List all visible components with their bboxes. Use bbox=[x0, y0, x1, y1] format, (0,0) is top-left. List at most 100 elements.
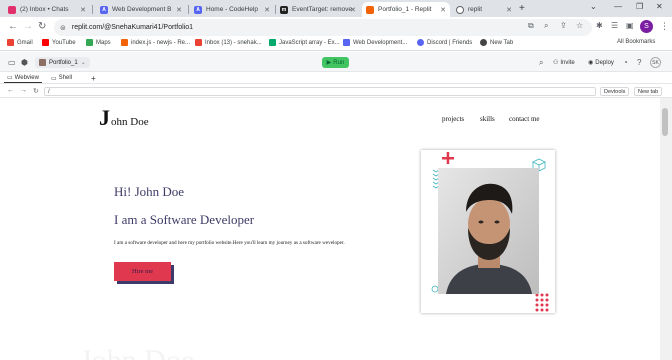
tab-search-icon[interactable]: ⌄ bbox=[590, 2, 597, 11]
close-icon[interactable]: ✕ bbox=[176, 6, 182, 14]
share-icon[interactable]: ⇪ bbox=[560, 21, 567, 30]
hero-role: I am a Software Developer bbox=[114, 212, 255, 227]
tab-home-codehelp[interactable]: A Home - CodeHelp ✕ bbox=[190, 2, 274, 17]
webview-icon: ▭ bbox=[7, 75, 13, 81]
tab-portfolio-replit[interactable]: Portfolio_1 - Replit ✕ bbox=[362, 2, 450, 17]
webview-content: J ohn Doe projects skills contact me Hi!… bbox=[0, 98, 660, 360]
scrollbar-thumb[interactable] bbox=[662, 108, 668, 136]
back-icon[interactable]: ← bbox=[8, 21, 18, 32]
new-tab-button[interactable]: New tab bbox=[634, 87, 663, 96]
instagram-icon bbox=[8, 5, 16, 14]
side-panel-icon[interactable]: ▣ bbox=[626, 21, 634, 30]
tab-label: Home - CodeHelp bbox=[206, 6, 259, 13]
forward-icon[interactable]: → bbox=[23, 21, 33, 32]
replit-logo-icon[interactable]: ⬢ bbox=[21, 58, 28, 67]
site-info-icon[interactable]: ⊜ bbox=[60, 24, 66, 32]
run-button[interactable]: ▶ Run bbox=[322, 57, 349, 68]
discord-icon bbox=[417, 39, 424, 46]
profile-avatar[interactable]: S bbox=[640, 20, 653, 33]
profile-photo bbox=[438, 168, 539, 294]
tab-replit[interactable]: replit ✕ bbox=[452, 2, 516, 17]
close-icon[interactable]: ✕ bbox=[506, 6, 512, 14]
tab-web-development[interactable]: A Web Development B ✕ bbox=[96, 2, 186, 17]
nav-contact-me[interactable]: contact me bbox=[509, 115, 540, 123]
codehelp-icon bbox=[343, 39, 350, 46]
url-text[interactable]: replit.com/@SnehaKumari41/Portfolio1 bbox=[72, 24, 193, 31]
browser-tab-strip: (2) Inbox • Chats ✕ A Web Development B … bbox=[0, 0, 672, 17]
repl-thumbnail bbox=[39, 59, 46, 66]
tab-shell[interactable]: ▭ Shell bbox=[48, 73, 75, 83]
replit-icon bbox=[121, 39, 128, 46]
close-icon[interactable]: ✕ bbox=[264, 6, 270, 14]
extensions-icon[interactable]: ✱ bbox=[596, 21, 603, 30]
webview-forward-icon[interactable]: → bbox=[20, 87, 27, 94]
tab-label: EventTarget: remove bbox=[292, 6, 352, 13]
user-avatar[interactable]: SK bbox=[650, 57, 661, 68]
invite-button[interactable]: ⚇ Invite bbox=[553, 57, 575, 68]
webview-back-icon[interactable]: ← bbox=[7, 87, 14, 94]
bookmark-youtube[interactable]: YouTube bbox=[42, 39, 76, 46]
tab-webview[interactable]: ▭ Webview bbox=[4, 73, 42, 83]
omnibox[interactable]: ⊜ replit.com/@SnehaKumari41/Portfolio1 bbox=[54, 19, 592, 36]
window-close-icon[interactable]: ✕ bbox=[656, 2, 663, 11]
add-tab-button[interactable]: + bbox=[88, 73, 99, 83]
gmail-icon bbox=[195, 39, 202, 46]
reading-list-icon[interactable]: ☰ bbox=[611, 21, 618, 30]
maps-icon bbox=[86, 39, 93, 46]
tab-inbox-chats[interactable]: (2) Inbox • Chats ✕ bbox=[4, 2, 90, 17]
mdn-icon: m bbox=[280, 5, 288, 14]
tab-eventtarget[interactable]: m EventTarget: remove ✕ bbox=[276, 2, 360, 17]
close-icon[interactable]: ✕ bbox=[440, 6, 446, 14]
hero-greeting: Hi! John Doe bbox=[114, 184, 185, 199]
replit-icon bbox=[366, 5, 374, 14]
profile-card bbox=[421, 150, 555, 313]
deploy-icon: ◉ bbox=[588, 60, 594, 66]
devtools-button[interactable]: Devtools bbox=[600, 87, 630, 96]
chevron-down-icon: ⌄ bbox=[80, 60, 86, 66]
bookmark-js-array[interactable]: JavaScript array - Ex... bbox=[269, 39, 340, 46]
bell-icon[interactable]: ◔ bbox=[623, 58, 628, 67]
repl-name[interactable]: Portfolio_1 ⌄ bbox=[35, 57, 90, 68]
nav-skills[interactable]: skills bbox=[480, 115, 495, 123]
tab-label: (2) Inbox • Chats bbox=[20, 6, 69, 13]
bookmark-star-icon[interactable]: ☆ bbox=[576, 21, 583, 30]
bookmark-gmail[interactable]: Gmail bbox=[7, 39, 33, 46]
codehelp-icon: A bbox=[100, 5, 108, 14]
sidebar-toggle-icon[interactable]: ▭ bbox=[8, 58, 16, 67]
bookmark-maps[interactable]: Maps bbox=[86, 39, 111, 46]
webview-reload-icon[interactable]: ↻ bbox=[33, 87, 39, 95]
restore-icon[interactable]: ❐ bbox=[636, 2, 643, 11]
close-icon[interactable]: ✕ bbox=[350, 6, 356, 14]
tab-label: Portfolio_1 - Replit bbox=[378, 6, 432, 13]
open-in-app-icon[interactable]: ⧉ bbox=[528, 21, 534, 31]
bookmarks-bar: Gmail YouTube Maps index.js - newjs - Re… bbox=[0, 38, 672, 51]
nav-projects[interactable]: projects bbox=[442, 115, 464, 123]
replit-header: ▭ ⬢ Portfolio_1 ⌄ ▶ Run ⌕ ⚇ Invite ◉ Deplo… bbox=[0, 52, 672, 72]
search-icon[interactable]: ⌕ bbox=[539, 58, 543, 68]
shell-icon: ▭ bbox=[51, 75, 57, 82]
hire-me-button[interactable]: Hire me bbox=[114, 262, 171, 281]
new-tab-button[interactable]: + bbox=[519, 3, 525, 14]
webview-scrollbar[interactable] bbox=[660, 98, 672, 360]
chrome-menu-icon[interactable]: ⋮ bbox=[660, 21, 669, 32]
bookmark-new-tab[interactable]: New Tab bbox=[480, 39, 513, 46]
reload-icon[interactable]: ↻ bbox=[38, 21, 46, 32]
all-bookmarks[interactable]: All Bookmarks bbox=[617, 39, 655, 45]
tab-label: Web Development B bbox=[112, 6, 172, 13]
close-icon[interactable]: ✕ bbox=[80, 6, 86, 14]
dot-grid-icon bbox=[535, 293, 549, 312]
help-icon[interactable]: ? bbox=[637, 58, 641, 67]
webview-url-input[interactable]: / bbox=[44, 87, 596, 96]
zoom-icon[interactable]: ⌕ bbox=[544, 21, 548, 31]
globe-icon bbox=[456, 5, 464, 14]
play-icon: ▶ bbox=[326, 60, 332, 66]
bookmark-indexjs[interactable]: index.js - newjs - Re... bbox=[121, 39, 190, 46]
deploy-button[interactable]: ◉ Deploy bbox=[588, 57, 614, 68]
bookmark-web-dev[interactable]: Web Development... bbox=[343, 39, 407, 46]
site-logo[interactable]: J ohn Doe bbox=[99, 107, 149, 129]
bookmark-discord[interactable]: Discord | Friends bbox=[417, 39, 472, 46]
bookmark-inbox[interactable]: Inbox (13) - snehak... bbox=[195, 39, 262, 46]
globe-icon bbox=[480, 39, 487, 46]
webview-toolbar: ← → ↻ / Devtools New tab bbox=[0, 85, 672, 98]
minimize-icon[interactable]: — bbox=[614, 2, 622, 11]
